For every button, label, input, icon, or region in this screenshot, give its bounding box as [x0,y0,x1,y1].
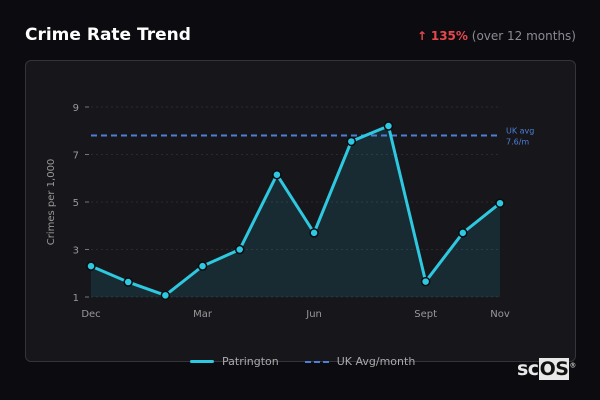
x-tick-label: Nov [490,309,510,320]
x-tick-label: Mar [193,309,213,320]
uk-avg-label-2: 7.6/m [506,138,529,147]
legend-item-uk-avg[interactable]: UK Avg/month [304,355,416,368]
data-point-apr [234,244,245,255]
scos-logo: scOS® [517,358,576,380]
data-point-oct [458,228,468,238]
data-point-jul [346,136,357,147]
series-area [91,126,500,297]
y-tick-label: 5 [73,198,79,209]
x-tick-label: Jun [305,309,322,320]
legend-label: UK Avg/month [336,355,416,368]
line-chart: 1 3 5 7 9 Crimes per 1,000 Dec Mar Jun Sept Nov UK … [46,103,534,320]
data-point-feb [160,290,171,301]
x-tick-label: Sept [414,309,437,320]
data-point-aug [383,121,394,131]
legend: Patrington UK Avg/month [190,355,415,368]
y-tick-label: 9 [73,103,79,114]
legend-swatch-dashed [304,360,329,363]
uk-avg-label-1: UK avg [506,127,534,136]
legend-swatch-solid [190,360,214,363]
y-tick-label: 3 [73,246,79,257]
y-axis-label: Crimes per 1,000 [46,159,57,246]
x-tick-label: Dec [81,309,100,320]
data-point-sept [420,276,431,287]
y-tick-label: 1 [73,293,79,304]
data-point-nov [495,198,505,208]
y-tick-label: 7 [73,151,79,162]
data-point-jan [123,277,133,287]
data-point-may [272,169,282,180]
data-point-dec [86,261,96,271]
data-point-jun [309,228,319,238]
legend-item-patrington[interactable]: Patrington [190,355,279,368]
data-point-mar [197,261,208,271]
legend-label: Patrington [222,355,279,368]
